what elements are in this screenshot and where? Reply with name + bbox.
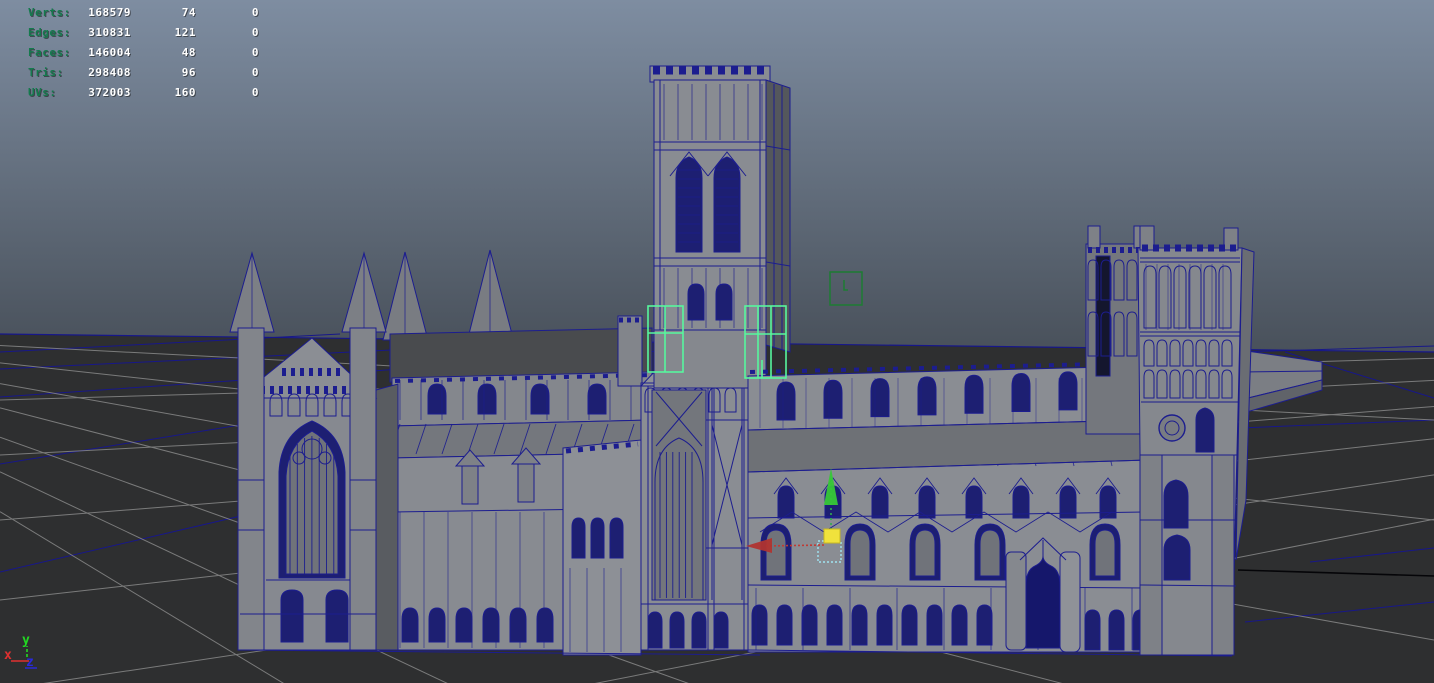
arched-window [776,604,793,646]
arched-window [428,607,446,643]
hud-stat-total: 372003 [88,86,131,99]
arched-window [765,529,787,577]
hud-stat-total: 310831 [88,26,131,39]
arched-window [571,517,586,559]
hud-stat-selected: 48 [181,46,196,59]
hud-stat-third: 0 [251,6,259,19]
hud-stat-total: 168579 [88,6,131,19]
hud-stat-third: 0 [251,26,259,39]
arched-window [976,604,993,646]
hud-stat-third: 0 [251,46,259,59]
arched-window [401,607,419,643]
arched-window [964,374,984,414]
belfry-window [713,156,741,253]
tower-round-window [1158,414,1186,442]
hud-stat-label: Faces: [28,46,71,59]
hud-stat-selected: 160 [174,86,196,99]
axis-y-label: y [22,633,30,648]
arched-window [926,604,943,646]
porch-pier [1059,551,1081,653]
arched-window [609,517,624,559]
arched-window [1084,609,1101,651]
arched-window [951,604,968,646]
arched-window [826,604,843,646]
hud-stat-total: 146004 [88,46,131,59]
arched-window [876,604,893,646]
belfry-window [675,156,703,253]
arched-window [1011,373,1031,413]
arched-window [1108,609,1125,651]
hud-stat-third: 0 [251,86,259,99]
hud-stat-label: Verts: [28,6,71,19]
arched-window [1094,529,1116,577]
poly-count-hud: Verts: 168579 74 0 Edges: 310831 121 0 F… [0,3,259,103]
hud-stat-selected: 96 [181,66,196,79]
arched-window [713,611,729,649]
arched-window [801,604,818,646]
viewport[interactable]: y x z Verts: 168579 74 0 Edges: 310831 1… [0,0,1434,683]
arched-window [477,383,497,415]
arched-window [870,378,890,418]
hud-stat-total: 298408 [88,66,131,79]
manipulator-center-handle[interactable] [823,528,841,544]
arched-window [849,529,871,577]
hud-stat-label: UVs: [28,86,57,99]
arched-window [823,379,843,419]
arched-window [965,485,983,519]
arched-window [455,607,473,643]
arched-window [669,611,685,649]
arched-window [482,607,500,643]
hud-stat-label: Tris: [28,66,64,79]
porch-doorway [1025,555,1061,649]
arched-window [427,383,447,415]
arched-window [1058,371,1078,411]
arched-window [751,604,768,646]
arched-window [587,383,607,415]
arched-window [530,383,550,415]
porch-pier [1005,551,1027,651]
central-crossing-tower [649,65,791,389]
hud-stat-selected: 121 [174,26,196,39]
hud-stat-label: Edges: [28,26,71,39]
arched-window [901,604,918,646]
arched-window [1099,485,1117,519]
arched-window [647,611,663,649]
hud-stat-selected: 74 [181,6,196,19]
arched-window [1012,485,1030,519]
arched-window [777,485,795,519]
arched-window [871,485,889,519]
arched-window [914,529,936,577]
arched-window [509,607,527,643]
arched-window [979,529,1001,577]
arched-window [851,604,868,646]
arched-window [536,607,554,643]
axis-x-label: x [4,648,12,663]
hud-stat-third: 0 [251,66,259,79]
arched-window [590,517,605,559]
arched-window [776,381,796,421]
arched-window [691,611,707,649]
